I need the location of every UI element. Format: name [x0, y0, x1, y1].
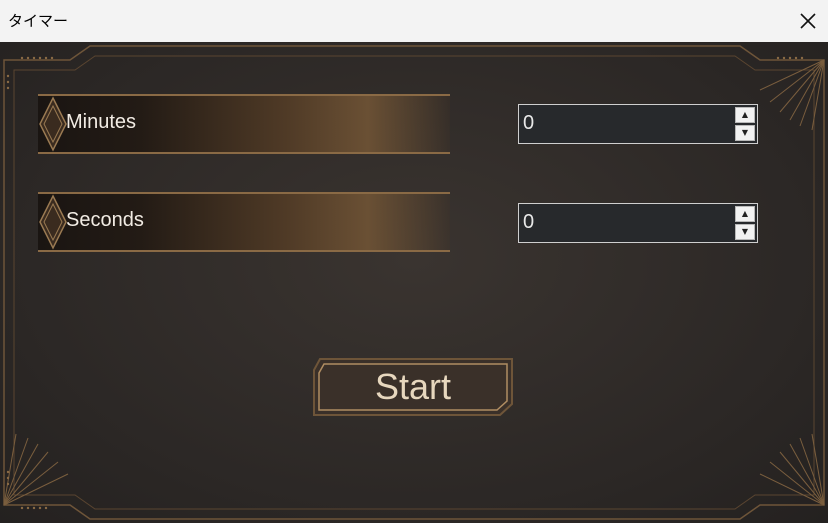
spin-down-icon: ▼ — [741, 227, 749, 236]
spin-up-icon: ▲ — [741, 209, 749, 218]
minutes-label: Minutes — [66, 111, 137, 133]
minutes-spinbox[interactable]: 0 ▲ ▼ — [518, 104, 758, 144]
seconds-value[interactable]: 0 — [523, 211, 534, 234]
close-button[interactable] — [788, 0, 828, 42]
start-label: Start — [374, 366, 452, 407]
spin-down-icon: ▼ — [741, 128, 749, 137]
window-title: タイマー — [8, 12, 69, 30]
minutes-label-bar: Minutes — [38, 94, 450, 154]
start-button[interactable]: Start — [310, 356, 516, 418]
minutes-value[interactable]: 0 — [523, 112, 534, 135]
seconds-label-bar: Seconds — [38, 192, 450, 252]
seconds-down-button[interactable]: ▼ — [735, 224, 755, 240]
close-icon — [800, 13, 816, 29]
timer-panel: Minutes 0 ▲ ▼ Seconds 0 ▲ ▼ Start — [0, 42, 828, 523]
seconds-up-button[interactable]: ▲ — [735, 206, 755, 222]
diamond-ornament-icon — [39, 194, 67, 250]
spin-up-icon: ▲ — [741, 110, 749, 119]
minutes-up-button[interactable]: ▲ — [735, 107, 755, 123]
diamond-ornament-icon — [39, 96, 67, 152]
minutes-down-button[interactable]: ▼ — [735, 125, 755, 141]
seconds-label: Seconds — [66, 209, 144, 231]
window-titlebar: タイマー — [0, 0, 828, 42]
seconds-spinbox[interactable]: 0 ▲ ▼ — [518, 203, 758, 243]
